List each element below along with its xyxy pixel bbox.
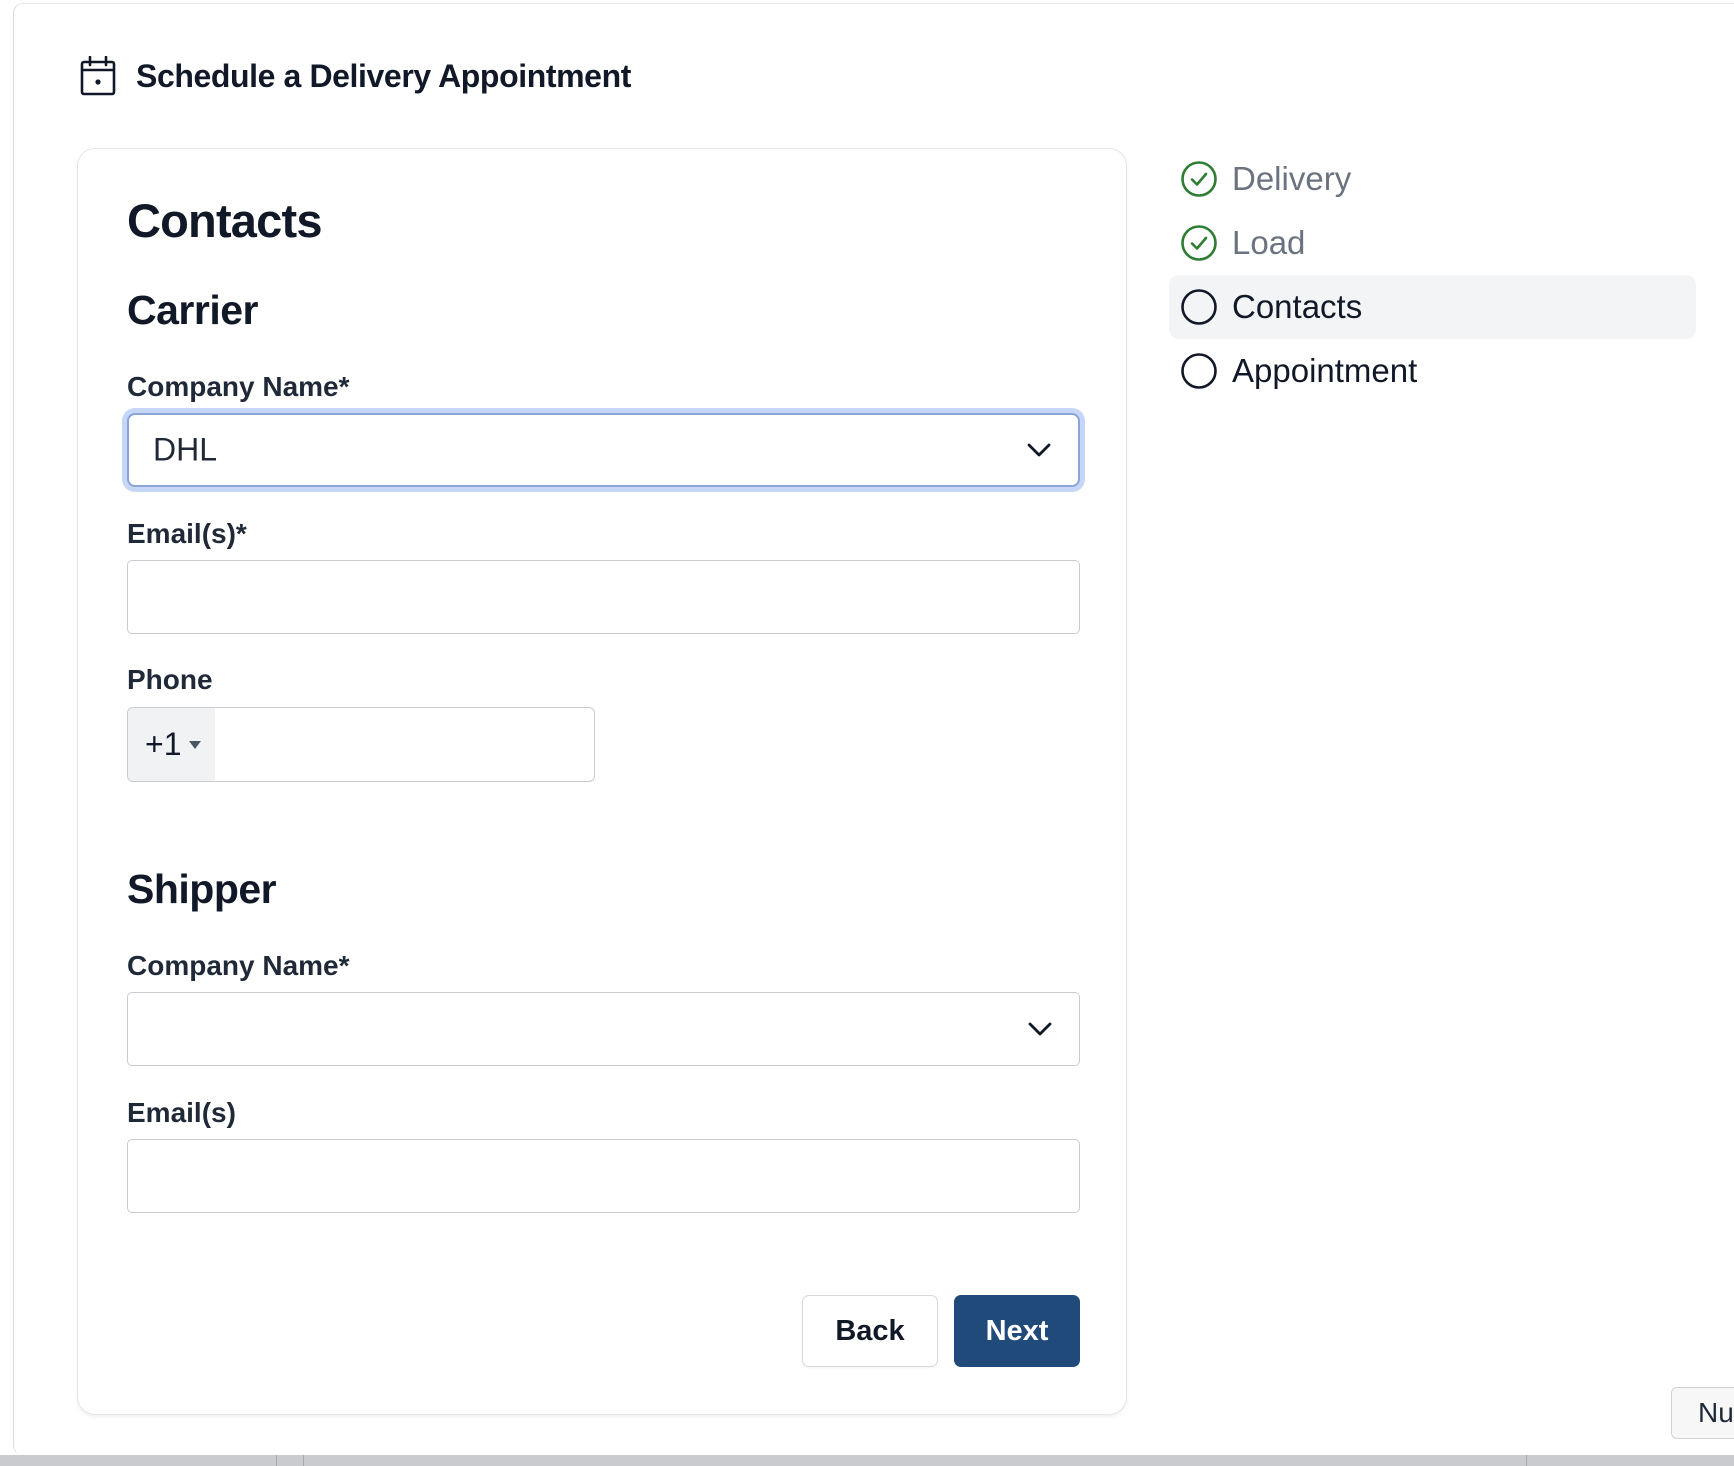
- country-code-value: +1: [145, 726, 182, 762]
- step-contacts[interactable]: Contacts: [1169, 275, 1696, 339]
- shipper-email-label: Email(s): [127, 1097, 236, 1128]
- shipper-email-input[interactable]: [127, 1139, 1080, 1213]
- progress-stepper: Delivery Load Contacts Appointment: [1169, 147, 1696, 403]
- caret-down-icon: [189, 740, 202, 749]
- chevron-down-icon: [1027, 443, 1051, 457]
- floating-widget-tab[interactable]: Nu: [1671, 1387, 1734, 1439]
- bottom-strip: [0, 1455, 1734, 1466]
- strip-divider: [1526, 1455, 1527, 1466]
- carrier-phone-field: +1: [127, 707, 595, 782]
- page-header: Schedule a Delivery Appointment: [80, 56, 631, 96]
- step-load[interactable]: Load: [1169, 211, 1696, 275]
- back-button[interactable]: Back: [802, 1295, 938, 1367]
- step-label: Delivery: [1232, 160, 1352, 197]
- step-label: Appointment: [1232, 352, 1418, 389]
- strip-divider: [303, 1455, 304, 1466]
- strip-divider: [276, 1455, 277, 1466]
- chevron-down-icon: [1028, 1022, 1052, 1036]
- shipper-company-label: Company Name*: [127, 950, 350, 981]
- carrier-phone-label: Phone: [127, 664, 213, 695]
- step-appointment[interactable]: Appointment: [1169, 339, 1696, 403]
- carrier-email-input[interactable]: [127, 560, 1080, 634]
- check-circle-icon: [1181, 161, 1217, 197]
- carrier-company-select[interactable]: DHL: [127, 413, 1080, 487]
- calendar-icon: [80, 56, 116, 96]
- carrier-heading: Carrier: [127, 287, 258, 333]
- empty-circle-icon: [1181, 289, 1217, 325]
- app-window: Schedule a Delivery Appointment Contacts…: [13, 3, 1734, 1455]
- next-button[interactable]: Next: [954, 1295, 1080, 1367]
- page-title: Schedule a Delivery Appointment: [136, 57, 631, 94]
- carrier-company-label: Company Name*: [127, 371, 350, 402]
- carrier-company-value: DHL: [153, 431, 218, 468]
- carrier-email-label: Email(s)*: [127, 518, 247, 549]
- shipper-heading: Shipper: [127, 866, 277, 912]
- contacts-form-card: Contacts Carrier Company Name* DHL Email…: [77, 148, 1127, 1415]
- step-delivery[interactable]: Delivery: [1169, 147, 1696, 211]
- carrier-phone-input[interactable]: [215, 708, 594, 781]
- shipper-company-select[interactable]: [127, 992, 1080, 1066]
- step-label: Contacts: [1232, 288, 1363, 325]
- step-label: Load: [1232, 224, 1306, 261]
- country-code-select[interactable]: +1: [128, 708, 215, 781]
- check-circle-icon: [1181, 225, 1217, 261]
- section-title-contacts: Contacts: [127, 194, 322, 247]
- empty-circle-icon: [1181, 353, 1217, 389]
